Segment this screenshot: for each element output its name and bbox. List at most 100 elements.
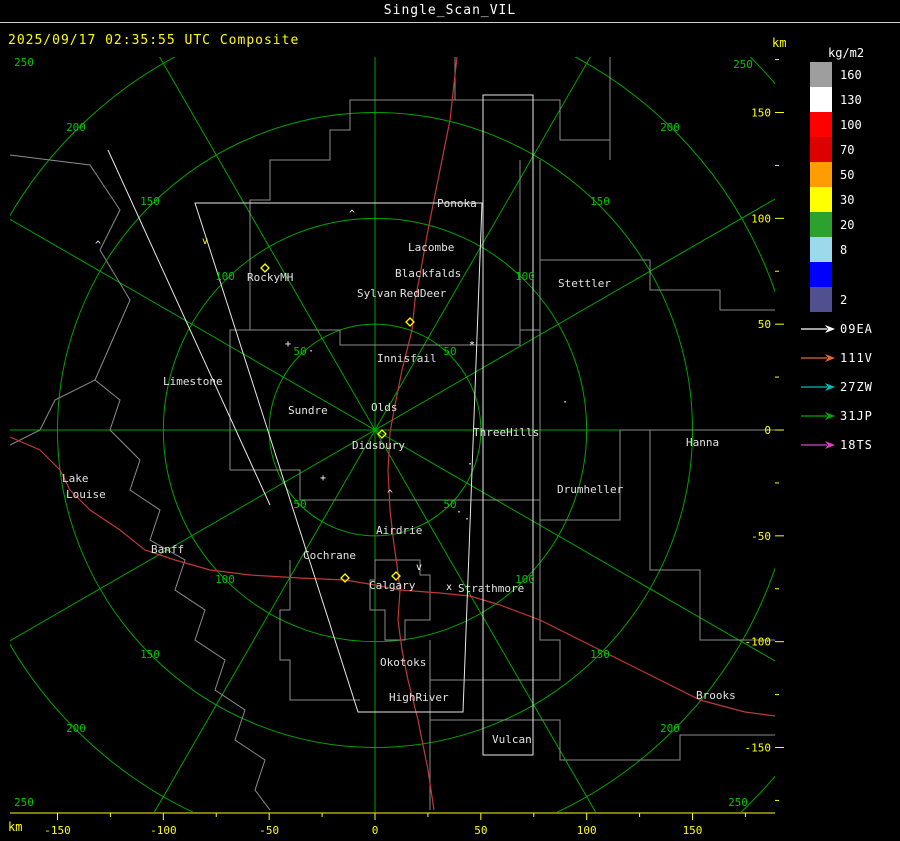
city-label-Okotoks: Okotoks xyxy=(380,656,426,669)
bottom-axis-tick-label: -50 xyxy=(259,824,279,837)
ring-distance-label: 100 xyxy=(515,270,535,283)
county-boundary xyxy=(10,154,131,381)
ring-distance-label: 50 xyxy=(443,345,456,358)
city-label-Sundre: Sundre xyxy=(288,404,328,417)
city-label-Drumheller: Drumheller xyxy=(557,483,624,496)
colorbar-value: 30 xyxy=(840,192,855,207)
map-symbol: · xyxy=(456,507,462,518)
map-symbol: + xyxy=(320,473,326,484)
city-label-Louise: Louise xyxy=(66,488,106,501)
bottom-axis-tick-label: 100 xyxy=(577,824,597,837)
city-label-Cochrane: Cochrane xyxy=(303,549,356,562)
colorbar-value: 50 xyxy=(840,167,855,182)
colorbar-swatch xyxy=(810,162,832,187)
radar-site-arrow-icon xyxy=(801,382,835,391)
ring-distance-label: 250 xyxy=(728,796,748,809)
colorbar-value: 20 xyxy=(840,217,855,232)
colorbar-entry: 70 xyxy=(810,137,874,162)
map-symbol: ^ xyxy=(349,209,355,220)
map-symbol: ^ xyxy=(95,240,101,251)
map-symbol: * xyxy=(469,340,475,351)
bottom-axis-tick-label: 0 xyxy=(372,824,379,837)
ring-distance-label: 50 xyxy=(293,498,306,511)
radar-site-legend: 09EA 111V 27ZW 31JP 18TS xyxy=(800,314,873,459)
colorbar-unit-label: kg/m2 xyxy=(828,46,865,60)
ring-distance-label: 150 xyxy=(140,195,160,208)
title-bar: Single_Scan_VIL xyxy=(0,3,900,18)
city-label-Olds: Olds xyxy=(371,401,398,414)
radar-site-arrow-icon xyxy=(801,411,835,420)
radar-site-arrow-icon xyxy=(801,440,835,449)
ring-distance-label: 200 xyxy=(660,722,680,735)
city-label-Sylvan: Sylvan xyxy=(357,287,397,300)
map-symbol: x xyxy=(446,582,452,593)
colorbar-value: 100 xyxy=(840,117,862,132)
city-label-Calgary: Calgary xyxy=(369,579,416,592)
city-label-Banff: Banff xyxy=(151,543,184,556)
city-label-Innisfail: Innisfail xyxy=(377,352,437,365)
colorbar-entry: 8 xyxy=(810,237,874,262)
radar-site-id: 27ZW xyxy=(840,379,873,394)
ring-distance-label: 200 xyxy=(66,722,86,735)
ring-distance-label: 100 xyxy=(215,270,235,283)
county-boundary xyxy=(94,379,271,811)
city-label-HighRiver: HighRiver xyxy=(389,691,449,704)
city-label-Blackfalds: Blackfalds xyxy=(395,267,461,280)
colorbar-swatch xyxy=(810,137,832,162)
city-label-RedDeer: RedDeer xyxy=(400,287,447,300)
county-boundary xyxy=(10,379,96,446)
right-axis-tick-label: 150 xyxy=(751,106,771,119)
colorbar-entry: 160 xyxy=(810,62,874,87)
colorbar-entry: 30 xyxy=(810,187,874,212)
colorbar-entry: 50 xyxy=(810,162,874,187)
radar-site-row: 18TS xyxy=(800,430,873,459)
radar-site-id: 18TS xyxy=(840,437,873,452)
map-symbol: ^ xyxy=(387,489,393,500)
ring-distance-label: 50 xyxy=(443,498,456,511)
city-label-RockyMH: RockyMH xyxy=(247,271,293,284)
city-label-Lacombe: Lacombe xyxy=(408,241,454,254)
colorbar-swatch xyxy=(810,87,832,112)
radar-site-row: 09EA xyxy=(800,314,873,343)
colorbar-entry: 20 xyxy=(810,212,874,237)
colorbar-value: 160 xyxy=(840,67,862,82)
bottom-axis-tick-label: 50 xyxy=(474,824,487,837)
colorbar-swatch xyxy=(810,212,832,237)
right-axis-tick-label: 50 xyxy=(758,318,771,331)
radar-site-row: 27ZW xyxy=(800,372,873,401)
radar-site-row: 31JP xyxy=(800,401,873,430)
ring-distance-label: 250 xyxy=(14,57,34,69)
bottom-axis: -150 -100 -50 0 50 100 150 xyxy=(10,812,775,837)
colorbar-swatch xyxy=(810,237,832,262)
colorbar-entry: 130 xyxy=(810,87,874,112)
colorbar-swatch xyxy=(810,187,832,212)
map-symbol: · xyxy=(562,397,568,408)
bottom-axis-tick-label: 150 xyxy=(683,824,703,837)
city-label-Ponoka: Ponoka xyxy=(437,197,477,210)
scan-coverage-outline xyxy=(482,94,534,756)
city-label-Didsbury: Didsbury xyxy=(352,439,405,452)
bottom-axis-tick-label: -100 xyxy=(150,824,177,837)
radar-site-id: 09EA xyxy=(840,321,873,336)
city-label-Strathmore: Strathmore xyxy=(458,582,524,595)
county-boundary xyxy=(230,329,540,346)
right-axis-tick-label: -100 xyxy=(745,636,772,649)
city-label-ThreeHills: ThreeHills xyxy=(473,426,539,439)
right-axis-tick-label: 0 xyxy=(764,424,771,437)
right-axis-tick-label: 100 xyxy=(751,212,771,225)
vil-colorbar: 160 130 100 70 50 30 20 8 2 xyxy=(810,62,874,312)
right-axis-tick-label: -150 xyxy=(745,742,772,755)
map-symbol: + xyxy=(285,339,291,350)
map-layers: 50 50 50 50 100 100 100 100 150 150 150 150 200 200 20… xyxy=(10,57,775,812)
colorbar-value: 2 xyxy=(840,292,848,307)
colorbar-value: 130 xyxy=(840,92,862,107)
city-label-Limestone: Limestone xyxy=(163,375,223,388)
city-label-Vulcan: Vulcan xyxy=(492,733,532,746)
ring-distance-label: 200 xyxy=(660,121,680,134)
colorbar-swatch xyxy=(810,287,832,312)
title-separator-line xyxy=(0,22,900,23)
county-boundary xyxy=(230,469,540,501)
bottom-axis-tick-label: -150 xyxy=(44,824,71,837)
colorbar-entry: 2 xyxy=(810,287,874,312)
radar-map-display[interactable]: 50 50 50 50 100 100 100 100 150 150 150 150 200 200 20… xyxy=(10,57,802,812)
